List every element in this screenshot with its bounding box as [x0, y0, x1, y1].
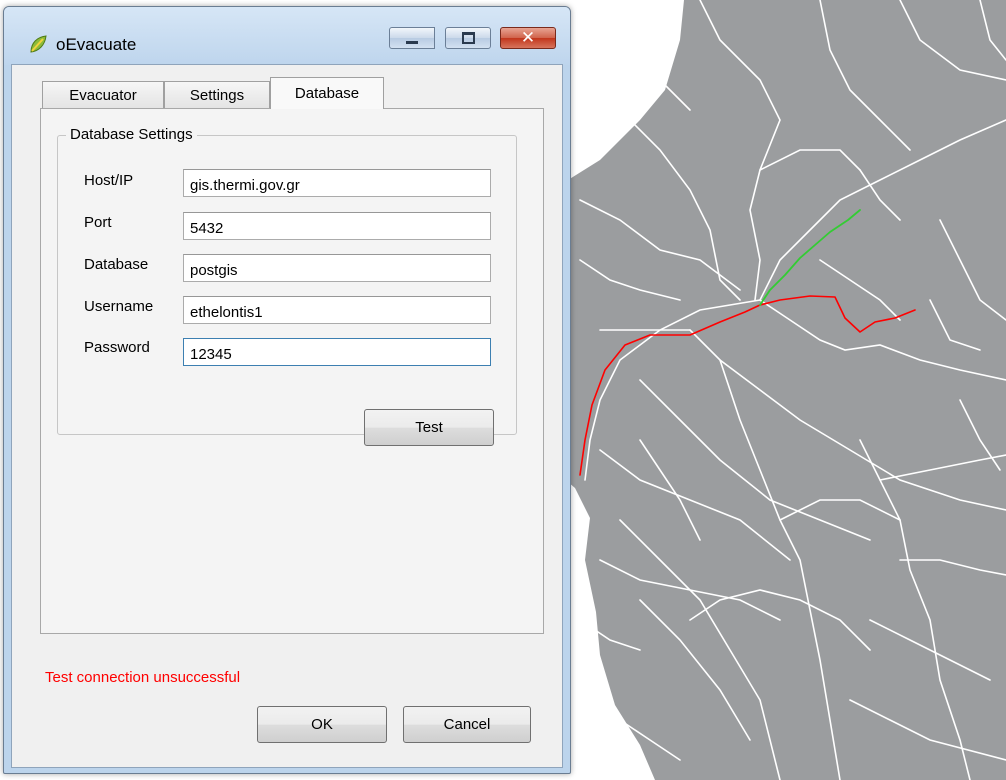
title-bar[interactable]: oEvacuate ✕	[4, 7, 570, 65]
tab-settings[interactable]: Settings	[164, 81, 270, 108]
land-area	[568, 0, 1006, 780]
close-button[interactable]: ✕	[500, 27, 556, 49]
database-settings-group: Database Settings Host/IP Port Database …	[57, 126, 517, 446]
minimize-button[interactable]	[389, 27, 435, 49]
database-input[interactable]	[183, 254, 491, 282]
host-input[interactable]	[183, 169, 491, 197]
maximize-button[interactable]	[445, 27, 491, 49]
database-tab-pane: Database Settings Host/IP Port Database …	[40, 108, 544, 634]
dialog-client-area: Evacuator Settings Database Database Set…	[11, 64, 563, 768]
port-input[interactable]	[183, 212, 491, 240]
cancel-button[interactable]: Cancel	[403, 706, 531, 743]
tab-evacuator[interactable]: Evacuator	[42, 81, 164, 108]
tab-database[interactable]: Database	[270, 77, 384, 109]
maximize-icon	[461, 32, 475, 44]
username-input[interactable]	[183, 296, 491, 324]
database-label: Database	[84, 256, 149, 273]
ok-button[interactable]: OK	[257, 706, 387, 743]
group-title: Database Settings	[66, 126, 197, 143]
port-label: Port	[84, 214, 112, 231]
qgis-leaf-icon	[30, 35, 47, 53]
minimize-icon	[406, 40, 418, 44]
password-input[interactable]	[183, 338, 491, 366]
close-icon: ✕	[520, 28, 536, 48]
window-title: oEvacuate	[56, 35, 137, 54]
test-button[interactable]: Test	[364, 409, 494, 446]
oevacuate-dialog: oEvacuate ✕ Evacuator Settings Database …	[3, 6, 571, 774]
connection-status-message: Test connection unsuccessful	[45, 669, 241, 686]
username-label: Username	[84, 298, 154, 315]
host-label: Host/IP	[84, 172, 134, 189]
password-label: Password	[84, 339, 150, 356]
